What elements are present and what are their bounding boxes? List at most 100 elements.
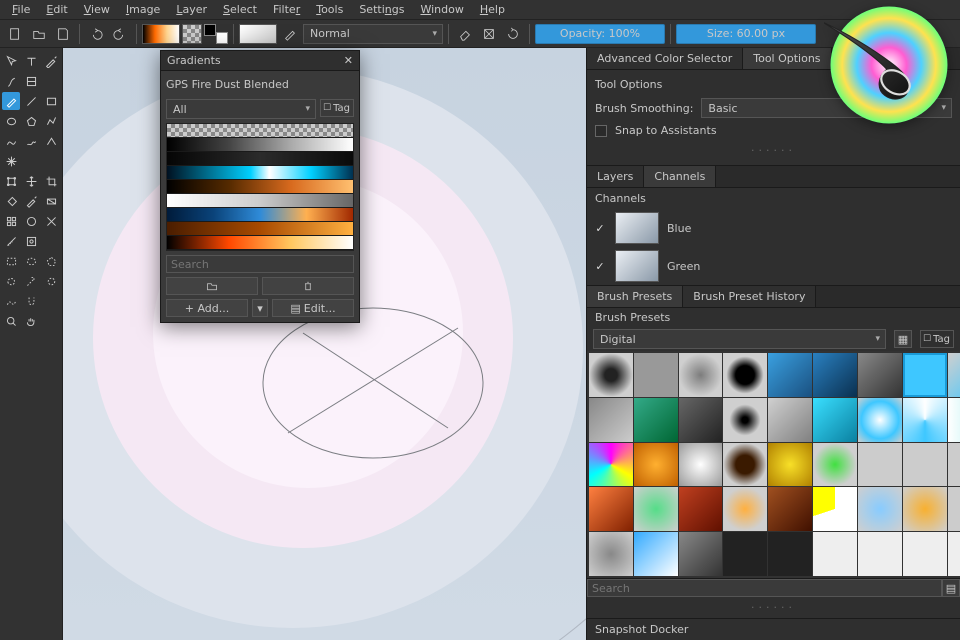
tool-fill[interactable] <box>2 192 20 210</box>
brush-settings-button[interactable] <box>279 23 301 45</box>
brush-search-options[interactable]: ▤ <box>942 579 960 597</box>
tool-magnetic-select[interactable] <box>22 292 40 310</box>
tool-polygon[interactable] <box>22 112 40 130</box>
gradient-search-input[interactable] <box>166 255 354 273</box>
alpha-lock-toggle[interactable] <box>478 23 500 45</box>
size-slider[interactable]: Size: 60.00 px <box>676 24 816 44</box>
brush-preset-item[interactable] <box>903 532 947 576</box>
brush-preset-item[interactable] <box>948 532 960 576</box>
tab-channels[interactable]: Channels <box>644 166 716 187</box>
gradient-item[interactable] <box>167 166 353 180</box>
reload-preset-button[interactable] <box>502 23 524 45</box>
gradient-swatch[interactable] <box>142 24 180 44</box>
brush-preset-item[interactable] <box>723 532 767 576</box>
brush-search-input[interactable] <box>587 579 942 597</box>
tool-bezier-select[interactable] <box>2 292 20 310</box>
brush-preset-item[interactable] <box>903 487 947 531</box>
brush-preset-item[interactable] <box>634 487 678 531</box>
menu-help[interactable]: Help <box>472 1 513 18</box>
tool-zoom[interactable] <box>2 312 20 330</box>
gradients-close-icon[interactable]: ✕ <box>344 54 353 67</box>
tool-smart-fill[interactable] <box>22 212 40 230</box>
redo-button[interactable] <box>109 23 131 45</box>
blend-mode-combo[interactable]: Normal <box>303 24 443 44</box>
tab-brush-presets[interactable]: Brush Presets <box>587 286 683 307</box>
menu-filter[interactable]: Filter <box>265 1 308 18</box>
brush-preset-item[interactable] <box>723 398 767 442</box>
tool-move-layer[interactable] <box>22 172 40 190</box>
brush-preset-item[interactable] <box>679 487 723 531</box>
tool-pan[interactable] <box>22 312 40 330</box>
gradient-add-menu[interactable]: ▾ <box>252 299 268 317</box>
tool-lasso[interactable] <box>2 272 20 290</box>
tool-move[interactable] <box>2 52 20 70</box>
gradient-tag-filter[interactable]: Tag <box>320 99 354 117</box>
tool-transform[interactable] <box>2 172 20 190</box>
gradient-item[interactable] <box>167 138 353 152</box>
tool-reference[interactable] <box>22 232 40 250</box>
gradient-item[interactable] <box>167 124 353 138</box>
brush-preset-item[interactable] <box>768 398 812 442</box>
menu-image[interactable]: Image <box>118 1 168 18</box>
tool-line[interactable] <box>22 92 40 110</box>
tool-text[interactable] <box>22 52 40 70</box>
brush-preset-item[interactable] <box>813 398 857 442</box>
tool-rectangle[interactable] <box>42 92 60 110</box>
brush-preset-item[interactable] <box>723 443 767 487</box>
gradient-list[interactable] <box>166 123 354 251</box>
menu-settings[interactable]: Settings <box>351 1 412 18</box>
menu-layer[interactable]: Layer <box>168 1 215 18</box>
gradient-delete-button[interactable] <box>262 277 354 295</box>
brush-preset-item[interactable] <box>948 443 960 487</box>
tool-edit-shapes[interactable] <box>42 52 60 70</box>
tool-ellipse-select[interactable] <box>22 252 40 270</box>
tool-rect-select[interactable] <box>2 252 20 270</box>
gradient-item[interactable] <box>167 208 353 222</box>
tab-advanced-color[interactable]: Advanced Color Selector <box>587 48 743 69</box>
channel-row[interactable]: ✓Blue <box>587 209 960 247</box>
gradient-import-button[interactable] <box>166 277 258 295</box>
brush-preset-item[interactable] <box>903 443 947 487</box>
brush-preset-item[interactable] <box>679 532 723 576</box>
gradient-item[interactable] <box>167 222 353 236</box>
brush-tag-filter[interactable]: Tag <box>920 330 954 348</box>
save-button[interactable] <box>52 23 74 45</box>
gradient-item[interactable] <box>167 194 353 208</box>
brush-preview[interactable] <box>239 24 277 44</box>
fg-bg-colors[interactable] <box>204 24 228 44</box>
eraser-toggle[interactable] <box>454 23 476 45</box>
brush-preset-item[interactable] <box>634 353 678 397</box>
gradient-edit-button[interactable]: ▤ Edit... <box>272 299 354 317</box>
brush-preset-item[interactable] <box>903 398 947 442</box>
menu-edit[interactable]: Edit <box>38 1 75 18</box>
brush-preset-item[interactable] <box>858 532 902 576</box>
brush-preset-item[interactable] <box>903 353 947 397</box>
tool-poly-select[interactable] <box>42 252 60 270</box>
gradient-filter-combo[interactable]: All <box>166 99 316 119</box>
brush-preset-item[interactable] <box>768 487 812 531</box>
tool-polyline[interactable] <box>42 112 60 130</box>
brush-preset-item[interactable] <box>948 398 960 442</box>
gradient-item[interactable] <box>167 152 353 166</box>
tool-color-picker[interactable] <box>22 192 40 210</box>
tool-crop[interactable] <box>42 172 60 190</box>
brush-preset-item[interactable] <box>948 353 960 397</box>
snap-assistants-checkbox[interactable] <box>595 125 607 137</box>
menu-tools[interactable]: Tools <box>308 1 351 18</box>
tool-freehand-brush[interactable] <box>2 92 20 110</box>
menu-file[interactable]: File <box>4 1 38 18</box>
brush-preset-item[interactable] <box>858 398 902 442</box>
channel-visible-icon[interactable]: ✓ <box>593 260 607 273</box>
open-file-button[interactable] <box>28 23 50 45</box>
brush-preset-item[interactable] <box>589 443 633 487</box>
menu-view[interactable]: View <box>76 1 118 18</box>
undo-button[interactable] <box>85 23 107 45</box>
brush-preset-item[interactable] <box>858 487 902 531</box>
brush-preset-item[interactable] <box>858 353 902 397</box>
channel-visible-icon[interactable]: ✓ <box>593 222 607 235</box>
tool-dynamic-brush[interactable] <box>42 132 60 150</box>
tool-contiguous-select[interactable] <box>22 272 40 290</box>
tool-bezier[interactable] <box>2 132 20 150</box>
tool-pattern-edit[interactable] <box>22 72 40 90</box>
tab-brush-history[interactable]: Brush Preset History <box>683 286 816 307</box>
